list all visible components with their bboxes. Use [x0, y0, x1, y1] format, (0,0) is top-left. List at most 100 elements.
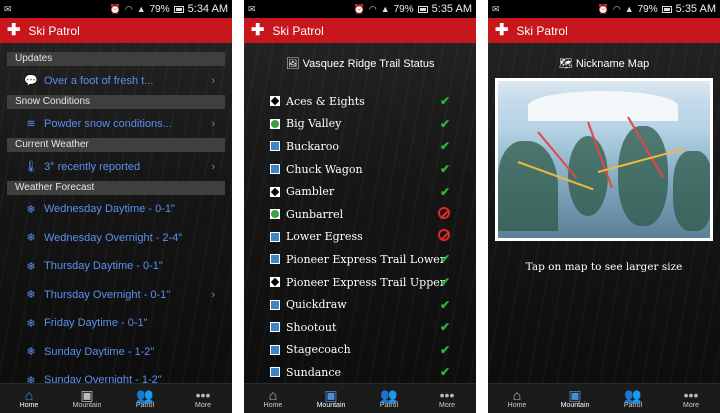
current-weather-row[interactable]: 🌡 3° recently reported › — [7, 152, 225, 181]
forecast-row[interactable]: ❄ Thursday Overnight - 0-1" › — [7, 281, 225, 310]
nav-mountain[interactable]: ▣ Mountain — [302, 384, 360, 413]
home-icon: ⌂ — [268, 387, 278, 403]
nav-patrol[interactable]: 👥 Patrol — [116, 384, 174, 413]
nav-label: Patrol — [379, 402, 399, 409]
notification-icon: ✉ — [4, 3, 12, 14]
trail-row[interactable]: Gambler ✔ — [244, 180, 476, 203]
red-cross-icon: ✚ — [495, 21, 509, 39]
page-title: Vasquez Ridge Trail Status — [302, 58, 435, 70]
blue-square-icon — [270, 299, 280, 310]
nav-mountain[interactable]: ▣ Mountain — [546, 384, 604, 413]
section-header-weather: Current Weather — [7, 138, 225, 152]
checkmark-icon: ✔ — [439, 320, 450, 335]
double-diamond-icon — [270, 186, 280, 197]
trail-row[interactable]: Lower Egress — [244, 226, 476, 249]
forecast-row[interactable]: ❄ Wednesday Daytime - 0-1" — [7, 195, 225, 224]
forecast-row[interactable]: ❄ Sunday Overnight - 1-2" — [7, 366, 225, 383]
status-bar: ✉ ⏰ ◠ ▲ 79% 5:35 AM — [244, 0, 476, 18]
trail-map-illustration — [498, 81, 710, 238]
trail-row[interactable]: Pioneer Express Trail Lower ✔ — [244, 248, 476, 271]
nav-patrol[interactable]: 👥 Patrol — [604, 384, 662, 413]
checkmark-icon: ✔ — [439, 184, 450, 199]
trails-content: 🖼 Vasquez Ridge Trail Status Aces & Eigh… — [244, 43, 476, 383]
blue-square-icon — [270, 344, 280, 355]
nav-more[interactable]: ••• More — [174, 384, 232, 413]
forecast-row[interactable]: ❄ Friday Daytime - 0-1" — [7, 309, 225, 338]
bottom-nav: ⌂ Home ▣ Mountain 👥 Patrol ••• More — [488, 383, 720, 413]
home-content: Updates 💬 Over a foot of fresh t... › Sn… — [0, 43, 232, 383]
trail-list: Aces & Eights ✔ Big Valley ✔ Buckaroo ✔ Chuck … — [244, 90, 476, 383]
snow-conditions-row[interactable]: ≋ Powder snow conditions... › — [7, 109, 225, 138]
battery-icon — [173, 5, 184, 13]
nav-home[interactable]: ⌂ Home — [0, 384, 58, 413]
bottom-nav: ⌂ Home ▣ Mountain 👥 Patrol ••• More — [244, 383, 476, 413]
nav-label: Mountain — [560, 402, 590, 409]
wifi-icon: ◠ — [612, 3, 621, 14]
layers-icon: ≋ — [26, 118, 36, 130]
trail-name: Lower Egress — [286, 230, 363, 244]
map-icon: 🗺 — [558, 58, 573, 70]
nav-home[interactable]: ⌂ Home — [244, 384, 302, 413]
forecast-text: Thursday Daytime - 0-1" — [44, 260, 163, 273]
trail-name: Buckaroo — [286, 139, 340, 153]
battery-icon — [417, 5, 428, 13]
app-bar: ✚ Ski Patrol — [488, 18, 720, 43]
nav-patrol[interactable]: 👥 Patrol — [360, 384, 418, 413]
wifi-icon: ◠ — [368, 3, 377, 14]
forecast-row[interactable]: ❄ Wednesday Overnight - 2-4" — [7, 224, 225, 253]
trail-name: Sundance — [286, 365, 342, 379]
app-title: Ski Patrol — [28, 23, 80, 38]
nav-label: Patrol — [135, 402, 155, 409]
nav-more[interactable]: ••• More — [662, 384, 720, 413]
trail-row[interactable]: Sundance ✔ — [244, 361, 476, 383]
trail-row[interactable]: Pioneer Express Trail Upper ✔ — [244, 271, 476, 294]
nav-more[interactable]: ••• More — [418, 384, 476, 413]
trail-row[interactable]: Shootout ✔ — [244, 316, 476, 339]
forecast-row[interactable]: ❄ Thursday Daytime - 0-1" — [7, 252, 225, 281]
trail-name: Stagecoach — [286, 343, 351, 357]
alarm-icon: ⏰ — [109, 3, 121, 14]
phone-home: ✉ ⏰ ◠ ▲ 79% 5:34 AM ✚ Ski Patrol Updates… — [0, 0, 232, 413]
page-title: Nickname Map — [575, 58, 650, 70]
trail-row[interactable]: Aces & Eights ✔ — [244, 90, 476, 113]
app-title: Ski Patrol — [272, 23, 324, 38]
phone-trails: ✉ ⏰ ◠ ▲ 79% 5:35 AM ✚ Ski Patrol 🖼 Vasqu… — [244, 0, 476, 413]
image-icon: ▣ — [80, 387, 94, 403]
trail-row[interactable]: Stagecoach ✔ — [244, 339, 476, 362]
nav-mountain[interactable]: ▣ Mountain — [58, 384, 116, 413]
checkmark-icon: ✔ — [439, 275, 450, 290]
snowflake-icon: ❄ — [26, 317, 36, 330]
map-content: 🗺 Nickname Map Tap on map to see larger … — [488, 43, 720, 383]
wifi-icon: ◠ — [124, 3, 133, 14]
trail-row[interactable]: Gunbarrel — [244, 203, 476, 226]
forecast-row[interactable]: ❄ Sunday Daytime - 1-2" — [7, 338, 225, 367]
trail-name: Shootout — [286, 320, 337, 334]
map-title: 🗺 Nickname Map — [488, 57, 720, 70]
nav-home[interactable]: ⌂ Home — [488, 384, 546, 413]
blue-square-icon — [270, 322, 280, 333]
trail-row[interactable]: Chuck Wagon ✔ — [244, 158, 476, 181]
more-icon: ••• — [683, 387, 699, 403]
trail-row[interactable]: Quickdraw ✔ — [244, 293, 476, 316]
section-header-snow: Snow Conditions — [7, 95, 225, 109]
chevron-right-icon: › — [211, 288, 215, 301]
trail-name: Pioneer Express Trail Upper — [286, 275, 446, 289]
trail-map-image[interactable] — [495, 78, 713, 241]
chevron-right-icon: › — [211, 160, 215, 173]
trail-row[interactable]: Buckaroo ✔ — [244, 135, 476, 158]
forecast-text: Thursday Overnight - 0-1" — [44, 288, 171, 301]
section-header-updates: Updates — [7, 52, 225, 66]
chat-bubble-icon: 💬 — [24, 75, 38, 87]
alarm-icon: ⏰ — [353, 3, 365, 14]
home-icon: ⌂ — [512, 387, 522, 403]
app-bar: ✚ Ski Patrol — [244, 18, 476, 43]
weather-text: 3° recently reported — [44, 160, 141, 173]
trail-row[interactable]: Big Valley ✔ — [244, 113, 476, 136]
updates-row[interactable]: 💬 Over a foot of fresh t... › — [7, 66, 225, 95]
snowflake-icon: ❄ — [26, 374, 36, 383]
nav-label: Mountain — [72, 402, 102, 409]
signal-icon: ▲ — [136, 4, 146, 14]
trail-name: Quickdraw — [286, 298, 347, 312]
trail-name: Aces & Eights — [286, 94, 365, 108]
nav-label: More — [683, 402, 699, 409]
